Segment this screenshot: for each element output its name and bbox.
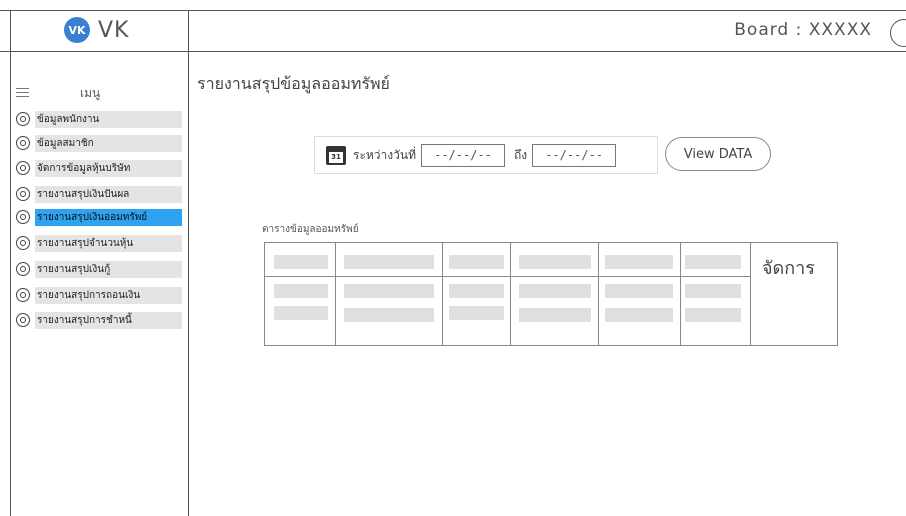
date-filter: 31 ระหว่างวันที่ --/--/-- ถึง --/--/-- — [314, 136, 658, 174]
gear-icon — [16, 262, 30, 276]
menu-item-shares-report[interactable]: รายงานสรุปจำนวนหุ้น — [16, 234, 182, 252]
to-label: ถึง — [514, 147, 528, 162]
gear-icon — [16, 136, 30, 150]
gear-icon — [16, 236, 30, 250]
menu-item-employee[interactable]: ข้อมูลพนักงาน — [16, 110, 182, 128]
table-header-cell — [605, 255, 673, 269]
menu-item-member[interactable]: ข้อมูลสมาชิก — [16, 134, 182, 152]
gear-icon — [16, 210, 30, 224]
gear-icon — [16, 288, 30, 302]
menu-item-label: รายงานสรุปเงินออมทรัพย์ — [35, 208, 182, 226]
brand[interactable]: VK VK — [64, 17, 129, 43]
table-row-cell — [274, 284, 328, 298]
table-row-cell — [605, 308, 673, 322]
calendar-day: 31 — [329, 151, 343, 163]
board-label: Board : XXXXX — [734, 20, 872, 40]
table-row-cell — [344, 308, 434, 322]
from-date-input[interactable]: --/--/-- — [421, 143, 505, 167]
menu-header: เมนู — [16, 84, 181, 104]
menu-item-label: รายงานสรุปเงินปันผล — [35, 185, 182, 203]
table-header-cell — [344, 255, 434, 269]
menu-item-withdraw-report[interactable]: รายงานสรุปการถอนเงิน — [16, 286, 182, 304]
menu-item-label: รายงานสรุปจำนวนหุ้น — [35, 234, 182, 252]
gear-icon — [16, 187, 30, 201]
manage-column-header: จัดการ — [762, 258, 815, 279]
menu-item-label: รายงานสรุปการชำหนี้ — [35, 311, 182, 329]
between-label: ระหว่างวันที่ — [353, 147, 416, 162]
menu-item-label: ข้อมูลสมาชิก — [35, 134, 182, 152]
table-row-cell — [605, 284, 673, 298]
menu-item-label: ข้อมูลพนักงาน — [35, 110, 182, 128]
view-data-button[interactable]: View DATA — [665, 137, 771, 171]
calendar-icon[interactable]: 31 — [326, 145, 346, 165]
menu-title: เมนู — [80, 86, 101, 100]
app-frame: VK VK Board : XXXXX เมนู ข้อมูลพนักงาน ข… — [0, 0, 906, 516]
menu-item-savings-report[interactable]: รายงานสรุปเงินออมทรัพย์ — [16, 208, 182, 226]
gear-icon — [16, 161, 30, 175]
table-row-cell — [274, 306, 328, 320]
menu-item-debt-report[interactable]: รายงานสรุปการชำหนี้ — [16, 311, 182, 329]
menu-item-shares-manage[interactable]: จัดการข้อมูลหุ้นบริษัท — [16, 159, 182, 177]
gear-icon — [16, 112, 30, 126]
page-title: รายงานสรุปข้อมูลออมทรัพย์ — [197, 74, 390, 93]
table-row-cell — [449, 306, 504, 320]
menu-item-label: รายงานสรุปการถอนเงิน — [35, 286, 182, 304]
table-header-cell — [685, 255, 741, 269]
menu-item-loan-report[interactable]: รายงานสรุปเงินกู้ — [16, 260, 182, 278]
table-row-cell — [519, 284, 591, 298]
menu-item-dividend-report[interactable]: รายงานสรุปเงินปันผล — [16, 185, 182, 203]
menu-item-label: จัดการข้อมูลหุ้นบริษัท — [35, 159, 182, 177]
table-row-cell — [519, 308, 591, 322]
table-row-cell — [449, 284, 504, 298]
table-header-cell — [274, 255, 328, 269]
menu-item-label: รายงานสรุปเงินกู้ — [35, 260, 182, 278]
hamburger-icon[interactable] — [16, 88, 29, 100]
brand-name: VK — [98, 17, 130, 43]
gear-icon — [16, 313, 30, 327]
vk-logo-icon: VK — [64, 17, 90, 43]
table-header-cell — [519, 255, 591, 269]
table-caption: ตารางข้อมูลออมทรัพย์ — [262, 224, 359, 235]
to-date-input[interactable]: --/--/-- — [532, 143, 617, 167]
table-row-cell — [685, 308, 741, 322]
table-row-cell — [685, 284, 741, 298]
savings-table — [264, 242, 838, 346]
table-header-cell — [449, 255, 504, 269]
table-row-cell — [344, 284, 434, 298]
